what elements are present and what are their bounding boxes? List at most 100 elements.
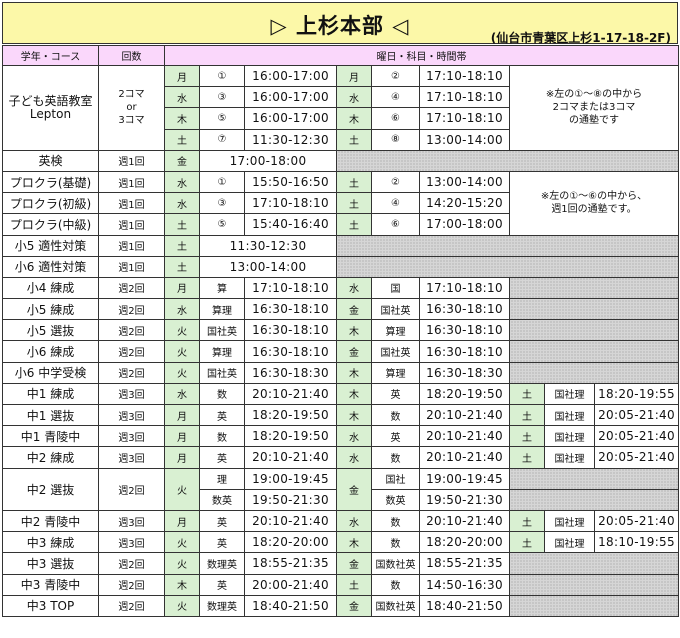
empty-slot bbox=[335, 149, 680, 172]
count-cell: 週2回 bbox=[98, 319, 165, 342]
table-row: 小5 練成 週2回水算理 16:30-18:10 金国社英 16:30-18:10 bbox=[2, 298, 680, 321]
table-row: 小6 適性対策 週1回土 13:00-14:00 bbox=[2, 255, 680, 278]
count-cell: 週2回 bbox=[98, 467, 165, 511]
day-cell: 水 bbox=[336, 509, 372, 533]
table-row: 小5 選抜 週2回火国社英 16:30-18:10 木算理 16:30-18:10 bbox=[2, 319, 680, 342]
course-name: 中3 選抜 bbox=[2, 552, 99, 575]
subject-cell: 国社英 bbox=[199, 319, 245, 342]
time-cell: 14:20-15:20 bbox=[419, 192, 510, 215]
time-cell: 20:00-21:40 bbox=[244, 573, 337, 596]
day-cell: 土 bbox=[509, 531, 545, 554]
time-cell: 17:10-18:10 bbox=[244, 276, 337, 300]
count-cell: 週1回 bbox=[98, 149, 165, 172]
empty-slot bbox=[508, 573, 680, 596]
subject-cell: 国 bbox=[371, 276, 420, 300]
time-cell: 15:50-16:50 bbox=[244, 170, 337, 194]
subject-cell: ① bbox=[199, 170, 245, 194]
table-row: 英検 週1回金 17:00-18:00 bbox=[2, 149, 680, 172]
time-cell: 19:50-21:30 bbox=[419, 488, 510, 511]
time-cell: 20:10-21:40 bbox=[244, 509, 337, 533]
count-cell: 週3回 bbox=[98, 425, 165, 448]
count-cell: 週2回 bbox=[98, 573, 165, 596]
subject-cell: 数 bbox=[199, 425, 245, 448]
time-cell: 17:10-18:10 bbox=[419, 107, 510, 130]
subject-cell: 英 bbox=[199, 509, 245, 533]
time-cell: 19:50-21:30 bbox=[244, 488, 337, 511]
subject-cell: ⑥ bbox=[371, 213, 420, 236]
subject-cell: 算理 bbox=[371, 319, 420, 342]
day-cell: 水 bbox=[336, 86, 372, 109]
subject-cell: 英 bbox=[371, 425, 420, 448]
subject-cell: 算理 bbox=[199, 298, 245, 321]
count-cell: 週2回 bbox=[98, 276, 165, 300]
count-cell: 週3回 bbox=[98, 509, 165, 533]
table-row: 中2 青陵中 週3回月英 20:10-21:40 水数 20:10-21:40 土国社理 2… bbox=[2, 509, 680, 533]
subject-cell: ④ bbox=[371, 192, 420, 215]
header-count: 回数 bbox=[98, 45, 165, 66]
time-cell: 11:30-12:30 bbox=[199, 234, 337, 257]
empty-slot bbox=[508, 488, 680, 511]
table-row: 小6 練成 週2回火算理 16:30-18:10 金国社英 16:30-18:10 bbox=[2, 340, 680, 363]
day-cell: 水 bbox=[336, 276, 372, 300]
table-row: 小5 適性対策 週1回土 11:30-12:30 bbox=[2, 234, 680, 257]
empty-slot bbox=[508, 552, 680, 575]
time-cell: 17:10-18:10 bbox=[244, 192, 337, 215]
subject-cell: ③ bbox=[199, 86, 245, 109]
time-cell: 20:05-21:40 bbox=[593, 509, 680, 533]
day-cell: 土 bbox=[336, 213, 372, 236]
subject-cell: 英 bbox=[371, 382, 420, 406]
day-cell: 木 bbox=[336, 107, 372, 130]
table-row: プロクラ(基礎) 週1回水 ① 15:50-16:50 土 ② 13:00-14:00 ※左の… bbox=[2, 170, 680, 236]
time-cell: 18:40-21:50 bbox=[419, 594, 510, 617]
subject-cell: 国社理 bbox=[544, 531, 595, 554]
subject-cell: 算理 bbox=[371, 361, 420, 384]
time-cell: 16:30-18:10 bbox=[244, 340, 337, 363]
course-name: 中1 選抜 bbox=[2, 403, 99, 427]
day-cell: 土 bbox=[164, 234, 200, 257]
empty-slot bbox=[508, 298, 680, 321]
day-cell: 土 bbox=[336, 573, 372, 596]
time-cell: 13:00-14:00 bbox=[419, 128, 510, 151]
course-name: 中3 青陵中 bbox=[2, 573, 99, 596]
table-row: 中3 選抜 週2回火数理英 18:55-21:35 金国数社英 18:55-21:35 bbox=[2, 552, 680, 575]
subject-cell: 数 bbox=[371, 573, 420, 596]
day-cell: 火 bbox=[164, 340, 200, 363]
day-cell: 土 bbox=[509, 509, 545, 533]
header-course: 学年・コース bbox=[2, 45, 99, 66]
course-name: プロクラ(基礎) bbox=[2, 170, 99, 194]
subject-cell: 数 bbox=[371, 446, 420, 469]
time-cell: 20:10-21:40 bbox=[244, 446, 337, 469]
subject-cell: 英 bbox=[199, 403, 245, 427]
subject-cell: 数英 bbox=[371, 488, 420, 511]
time-cell: 16:30-18:10 bbox=[419, 340, 510, 363]
day-cell: 月 bbox=[336, 64, 372, 88]
subject-cell: 国社英 bbox=[199, 361, 245, 384]
day-cell: 土 bbox=[164, 255, 200, 278]
day-cell: 土 bbox=[509, 382, 545, 406]
count-cell: 週1回 bbox=[98, 192, 165, 215]
subject-cell: ③ bbox=[199, 192, 245, 215]
time-cell: 20:10-21:40 bbox=[419, 446, 510, 469]
count-cell: 週3回 bbox=[98, 403, 165, 427]
time-cell: 20:10-21:40 bbox=[419, 425, 510, 448]
day-cell: 土 bbox=[336, 128, 372, 151]
course-name: 中2 練成 bbox=[2, 446, 99, 469]
day-cell: 土 bbox=[164, 213, 200, 236]
day-cell: 月 bbox=[164, 425, 200, 448]
subject-cell: 国数社英 bbox=[371, 594, 420, 617]
day-cell: 木 bbox=[164, 573, 200, 596]
day-cell: 木 bbox=[336, 319, 372, 342]
day-cell: 水 bbox=[164, 86, 200, 109]
title-bar: ▷ 上杉本部 ◁ (仙台市青葉区上杉1-17-18-2F) bbox=[2, 2, 678, 45]
table-row: 小6 中学受検 週2回火国社英 16:30-18:30 木算理 16:30-18:30 bbox=[2, 361, 680, 384]
time-cell: 17:10-18:10 bbox=[419, 86, 510, 109]
time-cell: 18:20-20:00 bbox=[244, 531, 337, 554]
day-cell: 水 bbox=[164, 192, 200, 215]
empty-slot bbox=[508, 467, 680, 490]
schedule-page: ▷ 上杉本部 ◁ (仙台市青葉区上杉1-17-18-2F) 学年・コース 回数 曜日… bbox=[0, 0, 680, 638]
subject-cell: ⑥ bbox=[371, 107, 420, 130]
empty-slot bbox=[508, 276, 680, 300]
course-name: 小6 中学受検 bbox=[2, 361, 99, 384]
day-cell: 木 bbox=[336, 403, 372, 427]
table-row: 中1 練成 週3回水数 20:10-21:40 木英 18:20-19:50 土国社理 18… bbox=[2, 382, 680, 406]
